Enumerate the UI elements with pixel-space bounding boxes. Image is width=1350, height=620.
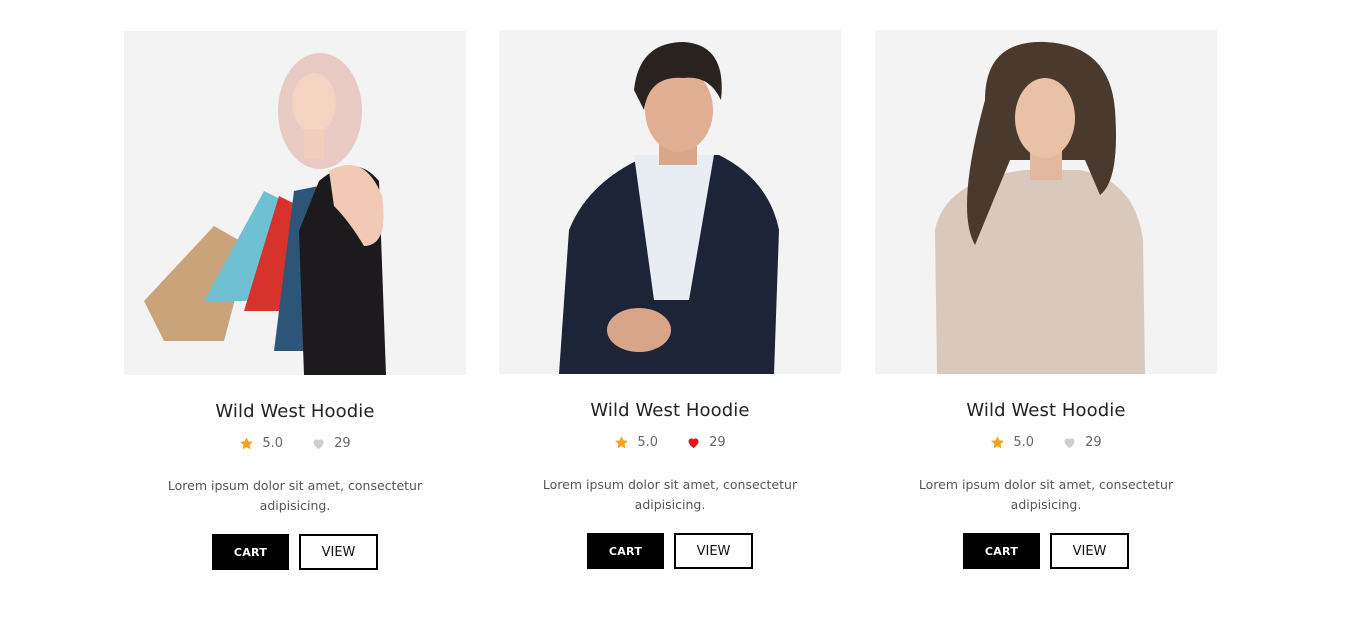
rating: 5.0 (614, 435, 658, 450)
product-title[interactable]: Wild West Hoodie (499, 400, 841, 422)
product-description: Lorem ipsum dolor sit amet, consectetur … (542, 477, 798, 512)
cart-button[interactable]: CART (212, 534, 289, 570)
likes-count: 29 (1085, 434, 1102, 450)
product-description: Lorem ipsum dolor sit amet, consectetur … (918, 477, 1174, 512)
likes[interactable]: 29 (311, 436, 351, 451)
rating-value: 5.0 (262, 435, 284, 451)
product-image[interactable] (499, 30, 841, 374)
star-icon (615, 435, 629, 448)
star-icon (991, 435, 1005, 448)
likes[interactable]: 29 (686, 435, 726, 450)
heart-icon[interactable] (1062, 435, 1077, 450)
star-icon (240, 436, 254, 449)
product-description: Lorem ipsum dolor sit amet, consectetur … (167, 478, 423, 513)
heart-icon[interactable] (686, 435, 701, 450)
rating: 5.0 (990, 435, 1034, 450)
cart-button[interactable]: CART (963, 533, 1040, 569)
product-meta: 5.0 29 (499, 432, 841, 452)
product-meta: 5.0 29 (875, 432, 1217, 452)
woman-with-shopping-bags-photo (144, 53, 386, 375)
product-card: Wild West Hoodie 5.0 29 Lorem ipsum dolo… (499, 30, 841, 569)
view-button[interactable]: VIEW (674, 533, 753, 569)
view-button[interactable]: VIEW (299, 534, 378, 570)
rating: 5.0 (239, 436, 283, 451)
view-button[interactable]: VIEW (1050, 533, 1129, 569)
rating-value: 5.0 (1013, 434, 1035, 450)
woman-in-sweater-photo (935, 41, 1145, 374)
product-image[interactable] (875, 30, 1217, 374)
cart-button[interactable]: CART (587, 533, 664, 569)
man-in-suit-photo (559, 42, 779, 374)
heart-icon[interactable] (311, 436, 326, 451)
likes[interactable]: 29 (1062, 435, 1102, 450)
product-meta: 5.0 29 (124, 433, 466, 453)
likes-count: 29 (709, 434, 726, 450)
product-card: Wild West Hoodie 5.0 29 Lorem ipsum dolo… (124, 31, 466, 570)
product-actions: CART VIEW (875, 533, 1217, 569)
product-card: Wild West Hoodie 5.0 29 Lorem ipsum dolo… (875, 30, 1217, 569)
product-actions: CART VIEW (499, 533, 841, 569)
likes-count: 29 (334, 435, 351, 451)
product-actions: CART VIEW (124, 534, 466, 570)
rating-value: 5.0 (637, 434, 659, 450)
product-title[interactable]: Wild West Hoodie (124, 401, 466, 423)
product-image[interactable] (124, 31, 466, 375)
product-title[interactable]: Wild West Hoodie (875, 400, 1217, 422)
